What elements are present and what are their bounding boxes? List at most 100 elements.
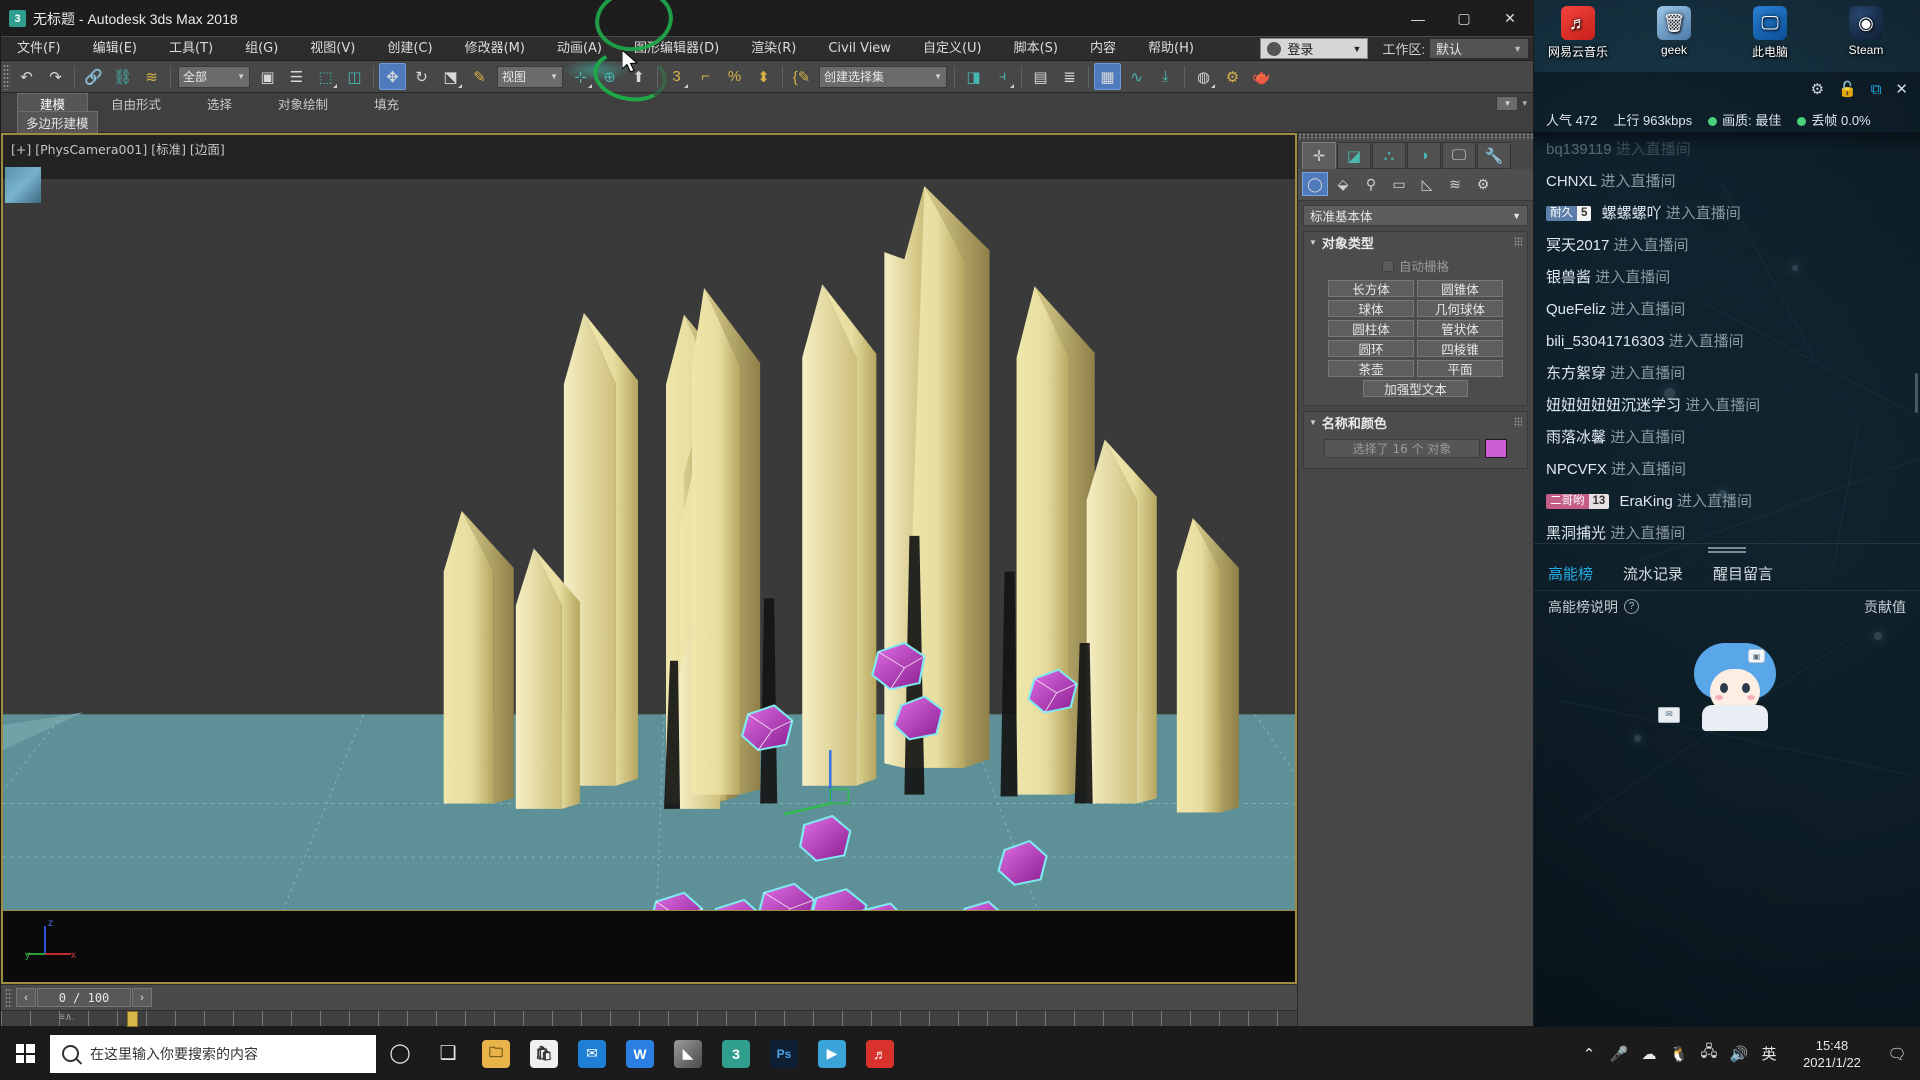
link-icon[interactable]: 🔗	[80, 63, 107, 90]
desktop-icon-netease-music[interactable]: ♬ 网易云音乐	[1530, 4, 1626, 64]
chat-username[interactable]: EraKing	[1619, 493, 1672, 510]
chat-username[interactable]: 东方絮穿	[1546, 365, 1606, 382]
viewcube[interactable]	[5, 167, 41, 203]
spinner-snap-toggle-icon[interactable]: ⬍	[750, 63, 777, 90]
unlock-icon[interactable]: 🔓	[1838, 80, 1857, 98]
start-button[interactable]	[0, 1027, 50, 1080]
create-text-plus-button[interactable]: 加强型文本	[1363, 380, 1468, 397]
align-icon[interactable]: ⫞	[989, 63, 1016, 90]
unlink-icon[interactable]: ⛓	[109, 63, 136, 90]
autogrid-checkbox[interactable]	[1381, 259, 1394, 272]
window-crossing-icon[interactable]: ◫	[341, 63, 368, 90]
utilities-tab-icon[interactable]: 🔧	[1477, 142, 1511, 169]
chat-username[interactable]: NPCVFX	[1546, 461, 1607, 478]
toggle-scene-explorer-icon[interactable]: ▤	[1027, 63, 1054, 90]
tab-transaction-log[interactable]: 流水记录	[1623, 563, 1683, 584]
percent-snap-toggle-icon[interactable]: %	[721, 63, 748, 90]
chat-username[interactable]: CHNXL	[1546, 173, 1596, 190]
create-sphere-button[interactable]: 球体	[1328, 300, 1414, 317]
close-button[interactable]: ✕	[1487, 1, 1533, 36]
curve-editor-icon[interactable]: ∿	[1123, 63, 1150, 90]
tray-ime-icon[interactable]: 英	[1754, 1027, 1784, 1080]
chevron-down-icon[interactable]: ▾	[1522, 98, 1527, 109]
menu-civil-view[interactable]: Civil View	[812, 36, 907, 61]
chat-resize-handle[interactable]	[1534, 542, 1920, 557]
toggle-layer-explorer-icon[interactable]: ≣	[1056, 63, 1083, 90]
menu-edit[interactable]: 编辑(E)	[77, 36, 153, 61]
bind-space-warp-icon[interactable]: ≋	[138, 63, 165, 90]
edit-named-selection-sets-icon[interactable]: {✎	[788, 63, 815, 90]
popout-icon[interactable]: ⧉	[1871, 81, 1882, 98]
menu-customize[interactable]: 自定义(U)	[907, 36, 998, 61]
select-and-manipulate-icon[interactable]: ⬆	[625, 63, 652, 90]
settings-icon[interactable]: ⚙	[1811, 80, 1824, 98]
taskbar-netease-music[interactable]: ♬	[856, 1027, 904, 1080]
chat-username[interactable]: 雨落冰馨	[1546, 429, 1606, 446]
taskbar-3dsmax-alt[interactable]: ◣	[664, 1027, 712, 1080]
tray-show-hidden-icons[interactable]: ⌃	[1574, 1027, 1604, 1080]
object-color-swatch[interactable]	[1485, 439, 1507, 458]
current-frame-field[interactable]: 0 / 100	[37, 988, 131, 1007]
hierarchy-tab-icon[interactable]: ⛬	[1372, 142, 1406, 169]
display-tab-icon[interactable]: 🖵	[1442, 142, 1476, 169]
schematic-view-icon[interactable]: ⤓	[1152, 63, 1179, 90]
tray-volume-icon[interactable]: 🔊	[1724, 1027, 1754, 1080]
menu-file[interactable]: 文件(F)	[1, 36, 77, 61]
object-name-field[interactable]: 选择了 16 个 对象	[1324, 439, 1480, 458]
create-pyramid-button[interactable]: 四棱锥	[1417, 340, 1503, 357]
help-icon[interactable]: ?	[1624, 599, 1639, 614]
action-center-icon[interactable]: 🗨	[1880, 1027, 1914, 1080]
viewport[interactable]: [+] [PhysCamera001] [标准] [边面] z x y	[1, 133, 1297, 984]
desktop-icon-geek[interactable]: 🗑 geek	[1626, 4, 1722, 64]
snaps-toggle-icon[interactable]: 3	[663, 63, 690, 90]
maximize-button[interactable]: ▢	[1441, 1, 1487, 36]
ribbon-tab-freeform[interactable]: 自由形式	[88, 93, 184, 113]
reference-coordinate-dropdown[interactable]: 视图 ▼	[497, 65, 563, 88]
menu-graph-editors[interactable]: 图形编辑器(D)	[618, 36, 735, 61]
chat-username[interactable]: 银兽酱	[1546, 269, 1591, 286]
workspace-dropdown[interactable]: 默认 ▼	[1429, 38, 1529, 59]
taskbar-file-explorer[interactable]: 🗀	[472, 1027, 520, 1080]
close-icon[interactable]: ✕	[1895, 80, 1908, 98]
track-bar-handle[interactable]	[127, 1011, 138, 1027]
toolbar-grip[interactable]	[3, 63, 10, 90]
motion-tab-icon[interactable]: ◑	[1407, 142, 1441, 169]
select-object-icon[interactable]: ▣	[254, 63, 281, 90]
desktop-icon-steam[interactable]: ◉ Steam	[1818, 4, 1914, 64]
menu-create[interactable]: 创建(C)	[371, 36, 448, 61]
use-selection-center-icon[interactable]: ⊕	[596, 63, 623, 90]
tray-microphone-icon[interactable]: 🎤	[1604, 1027, 1634, 1080]
taskbar-cortana[interactable]: ◯	[376, 1027, 424, 1080]
tray-qq-icon[interactable]: 🐧	[1664, 1027, 1694, 1080]
taskbar-photoshop[interactable]: Ps	[760, 1027, 808, 1080]
clock[interactable]: 15:48 2021/1/22	[1784, 1037, 1880, 1071]
create-geosphere-button[interactable]: 几何球体	[1417, 300, 1503, 317]
prev-frame-button[interactable]: ‹	[16, 988, 36, 1007]
ribbon-minimize-button[interactable]: ▾	[1496, 95, 1519, 111]
search-input[interactable]: 在这里输入你要搜索的内容	[50, 1034, 376, 1073]
chat-username[interactable]: 黑洞捕光	[1546, 525, 1606, 542]
create-plane-button[interactable]: 平面	[1417, 360, 1503, 377]
create-cone-button[interactable]: 圆锥体	[1417, 280, 1503, 297]
rect-select-region-icon[interactable]: ⬚	[312, 63, 339, 90]
select-by-name-icon[interactable]: ☰	[283, 63, 310, 90]
create-cylinder-button[interactable]: 圆柱体	[1328, 320, 1414, 337]
chat-scrollbar[interactable]	[1915, 372, 1918, 413]
menu-animation[interactable]: 动画(A)	[541, 36, 618, 61]
mirror-icon[interactable]: ◨	[960, 63, 987, 90]
create-teapot-button[interactable]: 茶壶	[1328, 360, 1414, 377]
menu-modifiers[interactable]: 修改器(M)	[449, 36, 541, 61]
cameras-icon[interactable]: ▭	[1386, 172, 1412, 196]
shapes-icon[interactable]: ⬙	[1330, 172, 1356, 196]
menu-content[interactable]: 内容	[1074, 36, 1132, 61]
chat-username[interactable]: 螺螺螺吖	[1602, 205, 1662, 222]
space-warps-icon[interactable]: ≋	[1442, 172, 1468, 196]
time-slider-track[interactable]	[155, 988, 1297, 1007]
menu-tools[interactable]: 工具(T)	[153, 36, 229, 61]
systems-icon[interactable]: ⚙	[1470, 172, 1496, 196]
menu-help[interactable]: 帮助(H)	[1132, 36, 1210, 61]
menu-scripting[interactable]: 脚本(S)	[998, 36, 1074, 61]
chat-username[interactable]: 冥天2017	[1546, 237, 1609, 254]
menu-group[interactable]: 组(G)	[229, 36, 294, 61]
name-and-color-header[interactable]: ▼ 名称和颜色	[1304, 412, 1527, 432]
